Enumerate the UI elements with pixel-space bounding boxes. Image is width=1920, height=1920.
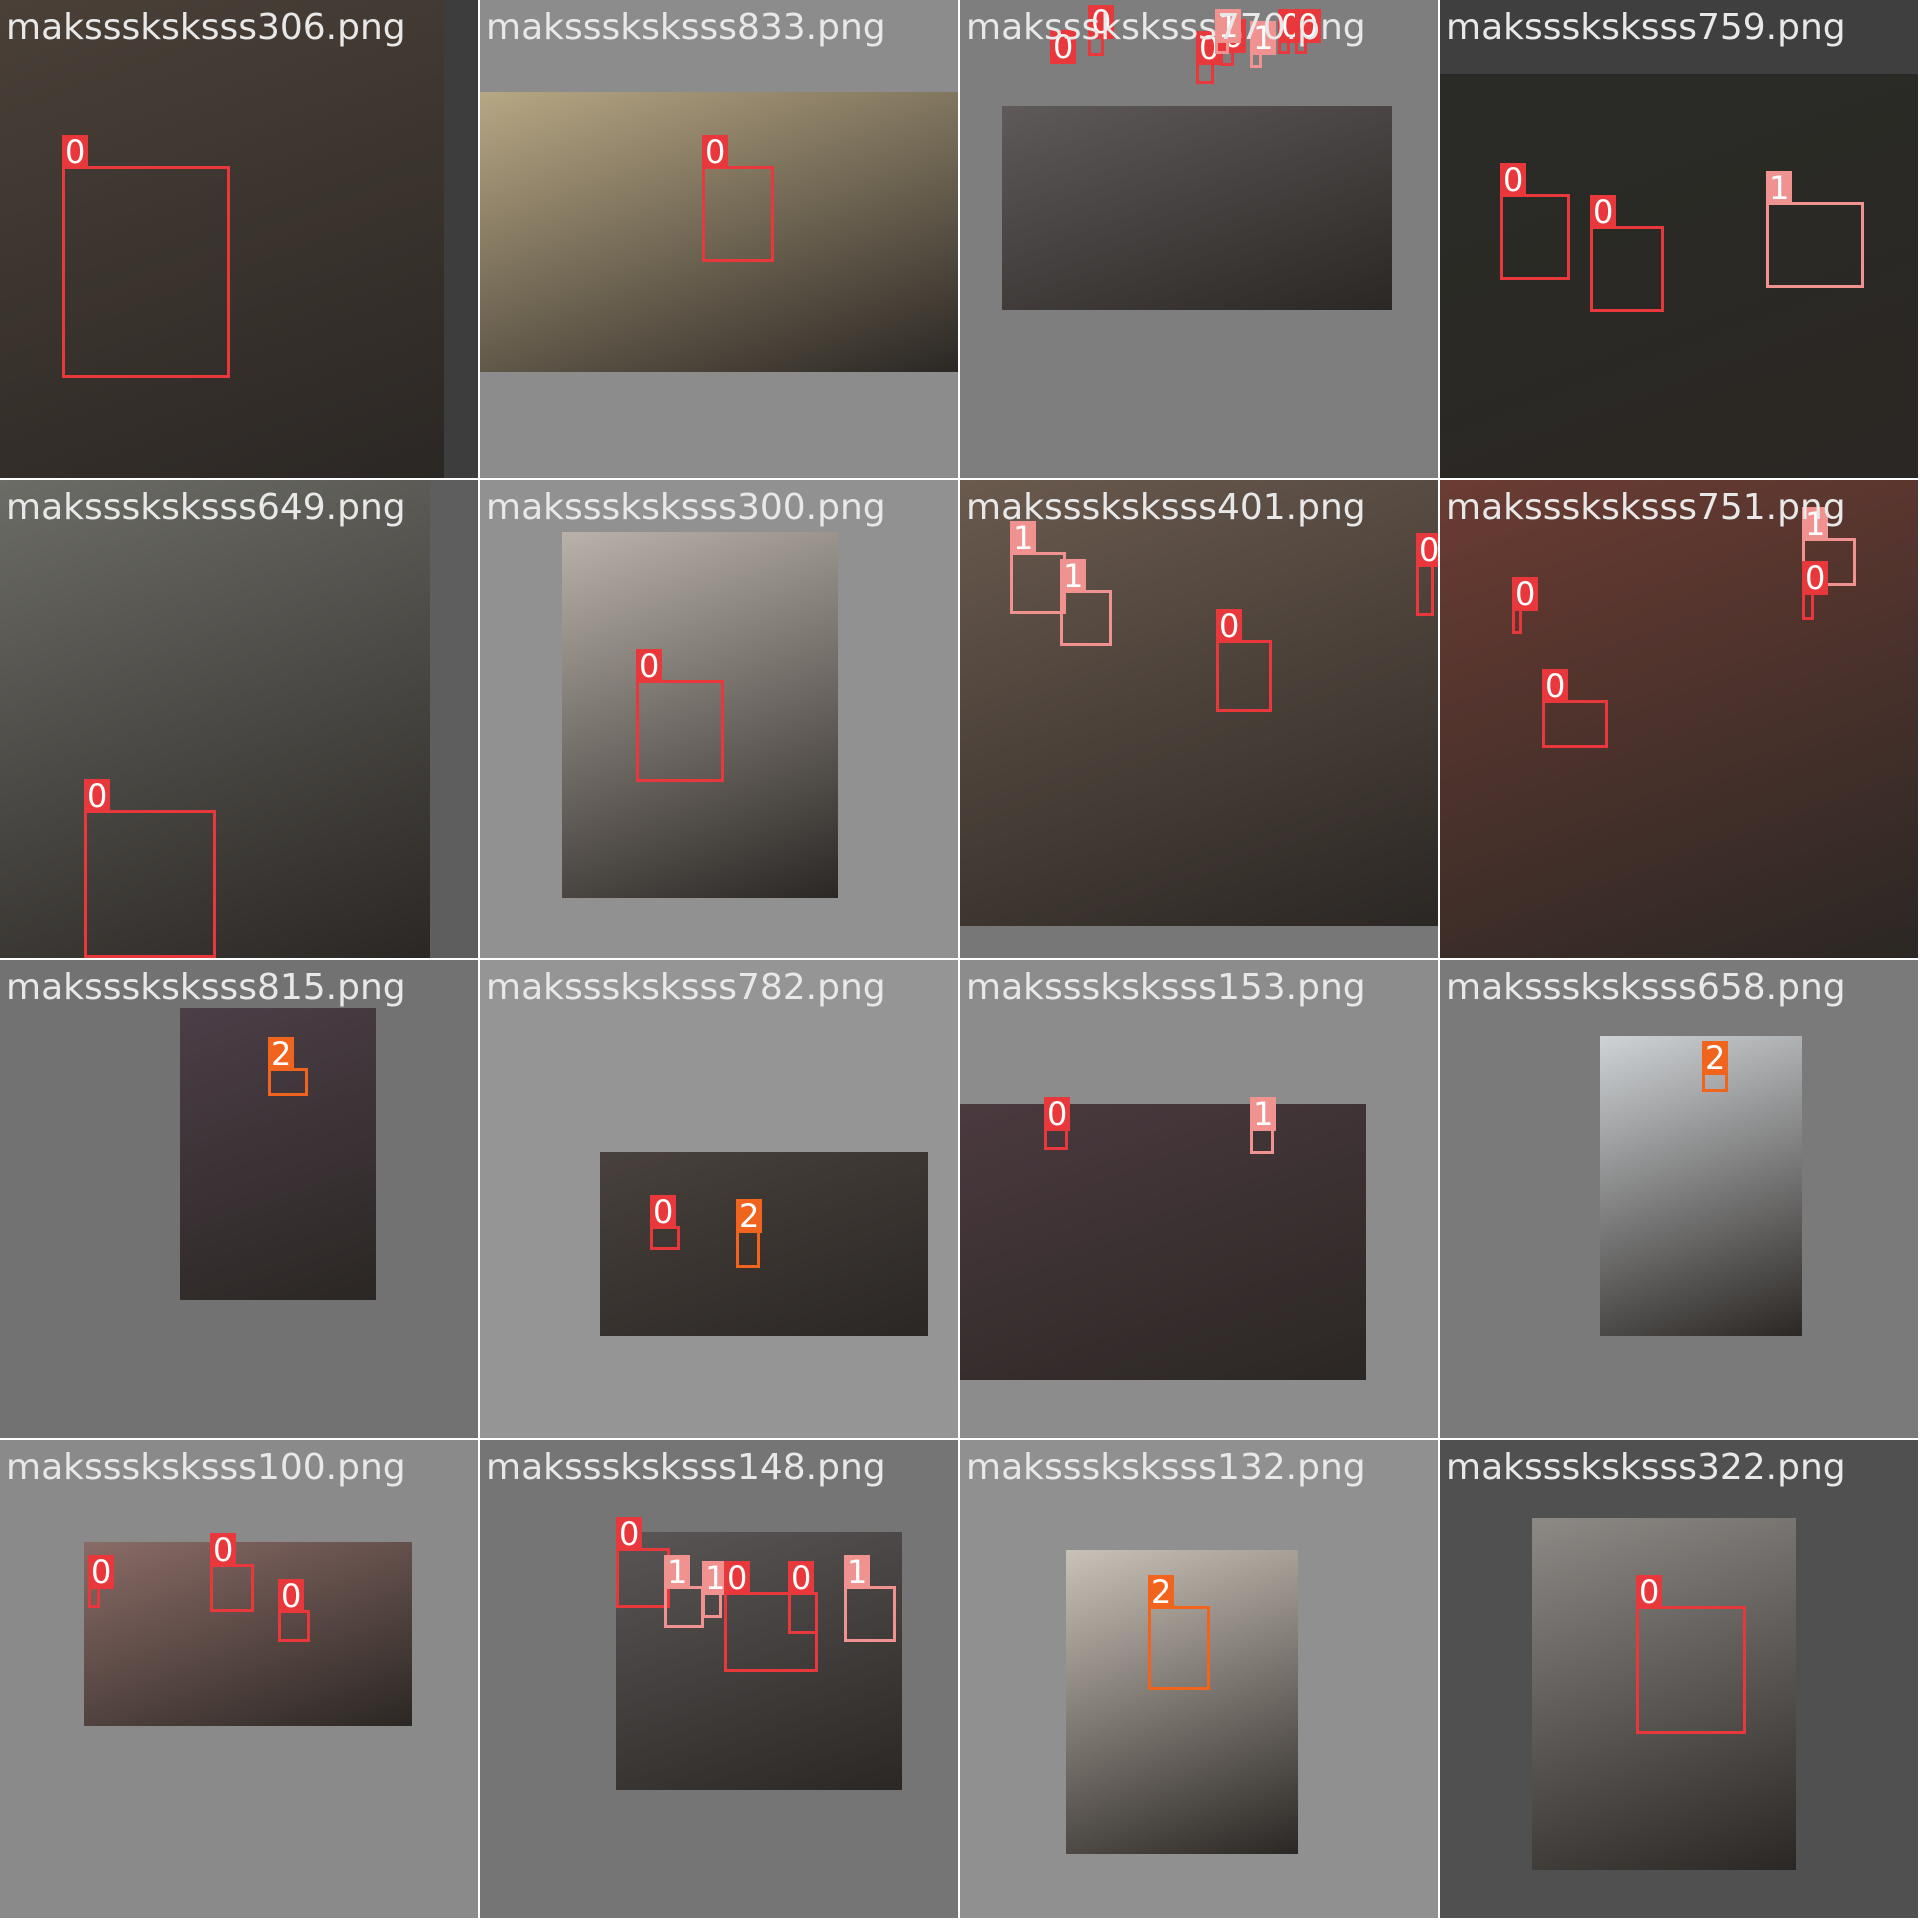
detection-box: 0 (1500, 163, 1570, 280)
image-tile: maksssksksss751.png 1 0 0 0 (1440, 480, 1918, 958)
image-tile: maksssksksss782.png 0 2 (480, 960, 958, 1438)
class-label: 0 (210, 1533, 237, 1567)
class-label: 0 (1512, 577, 1539, 611)
detection-box: 0 (1590, 195, 1664, 312)
detection-box: 1 (1766, 171, 1864, 288)
detection-box: 1 (664, 1555, 704, 1628)
class-label: 2 (268, 1037, 295, 1071)
tile-filename: maksssksksss401.png (966, 487, 1366, 528)
class-label: 1 (844, 1555, 871, 1589)
detection-box: 0 (1196, 31, 1223, 84)
tile-filename: maksssksksss770.png (966, 7, 1366, 48)
tile-filename: maksssksksss148.png (486, 1447, 886, 1488)
class-label: 2 (1148, 1575, 1175, 1609)
class-label: 0 (1044, 1097, 1071, 1131)
detection-box: 0 (84, 779, 216, 958)
detection-box: 0 (636, 649, 724, 782)
tile-filename: maksssksksss782.png (486, 967, 886, 1008)
detection-box: 0 (1416, 533, 1438, 616)
detection-box: 0 (210, 1533, 254, 1612)
image-tile: maksssksksss649.png 0 (0, 480, 478, 958)
detection-box: 1 (1250, 21, 1277, 68)
detection-box: 0 (650, 1195, 680, 1250)
class-label: 0 (84, 779, 111, 813)
image-tile: maksssksksss815.png 2 (0, 960, 478, 1438)
detection-box: 0 (62, 135, 230, 378)
class-label: 0 (1590, 195, 1617, 229)
detection-box: 0 (1044, 1097, 1071, 1150)
class-label: 0 (1636, 1575, 1663, 1609)
image-tile: maksssksksss300.png 0 (480, 480, 958, 958)
detection-box: 0 (1512, 577, 1539, 634)
detection-box: 0 (1802, 561, 1829, 620)
detection-box: 1 (702, 1561, 729, 1618)
image-tile: maksssksksss658.png 2 (1440, 960, 1918, 1438)
detection-box: 1 (1060, 559, 1112, 646)
tile-filename: maksssksksss649.png (6, 487, 406, 528)
image-tile: maksssksksss100.png 0 0 0 (0, 1440, 478, 1918)
tile-filename: maksssksksss759.png (1446, 7, 1846, 48)
tile-filename: maksssksksss132.png (966, 1447, 1366, 1488)
class-label: 1 (1250, 1097, 1277, 1131)
sample-photo (1600, 1036, 1802, 1336)
class-label: 0 (724, 1561, 751, 1595)
class-label: 0 (636, 649, 663, 683)
sample-photo (1002, 106, 1392, 310)
detection-box: 0 (88, 1555, 115, 1608)
sample-photo (1066, 1550, 1298, 1854)
tile-filename: maksssksksss751.png (1446, 487, 1846, 528)
tile-filename: maksssksksss300.png (486, 487, 886, 528)
detection-box: 2 (1702, 1041, 1729, 1092)
detection-box: 1 (1010, 521, 1066, 614)
detection-box: 2 (268, 1037, 308, 1096)
detection-box: 0 (1636, 1575, 1746, 1734)
class-label: 2 (1702, 1041, 1729, 1075)
image-tile: maksssksksss306.png 0 (0, 0, 478, 478)
class-label: 1 (1766, 171, 1793, 205)
detection-mosaic: maksssksksss306.png 0 maksssksksss833.png 0… (0, 0, 1920, 1920)
detection-box: 0 (1542, 669, 1608, 748)
class-label: 0 (1542, 669, 1569, 703)
class-label: 0 (1416, 533, 1438, 567)
detection-box: 0 (1216, 609, 1272, 712)
class-label: 0 (1500, 163, 1527, 197)
class-label: 0 (616, 1517, 643, 1551)
class-label: 0 (702, 135, 729, 169)
image-tile: maksssksksss770.png00001100 (960, 0, 1438, 478)
class-label: 0 (1802, 561, 1829, 595)
class-label: 0 (278, 1579, 305, 1613)
tile-filename: maksssksksss815.png (6, 967, 406, 1008)
image-tile: maksssksksss322.png 0 (1440, 1440, 1918, 1918)
tile-filename: maksssksksss833.png (486, 7, 886, 48)
image-tile: maksssksksss833.png 0 (480, 0, 958, 478)
tile-filename: maksssksksss658.png (1446, 967, 1846, 1008)
image-tile: maksssksksss759.png 0 0 1 (1440, 0, 1918, 478)
detection-box: 0 (788, 1561, 818, 1634)
detection-box: 1 (1250, 1097, 1277, 1154)
image-tile: maksssksksss401.png 1 1 0 0 (960, 480, 1438, 958)
detection-box: 0 (702, 135, 774, 262)
detection-box: 0 (616, 1517, 670, 1608)
class-label: 0 (1216, 609, 1243, 643)
class-label: 2 (736, 1199, 763, 1233)
class-label: 0 (788, 1561, 815, 1595)
detection-box: 2 (1148, 1575, 1210, 1690)
detection-box: 0 (278, 1579, 310, 1642)
detection-box: 1 (844, 1555, 896, 1642)
class-label: 1 (1060, 559, 1087, 593)
image-tile: maksssksksss132.png 2 (960, 1440, 1438, 1918)
tile-filename: maksssksksss322.png (1446, 1447, 1846, 1488)
class-label: 0 (88, 1555, 115, 1589)
class-label: 0 (650, 1195, 677, 1229)
image-tile: maksssksksss148.png 0 1 1 0 0 1 (480, 1440, 958, 1918)
tile-filename: maksssksksss306.png (6, 7, 406, 48)
detection-box: 2 (736, 1199, 763, 1268)
tile-filename: maksssksksss100.png (6, 1447, 406, 1488)
tile-filename: maksssksksss153.png (966, 967, 1366, 1008)
image-tile: maksssksksss153.png 0 1 (960, 960, 1438, 1438)
class-label: 0 (62, 135, 89, 169)
sample-photo (960, 1104, 1366, 1380)
class-label: 1 (664, 1555, 691, 1589)
